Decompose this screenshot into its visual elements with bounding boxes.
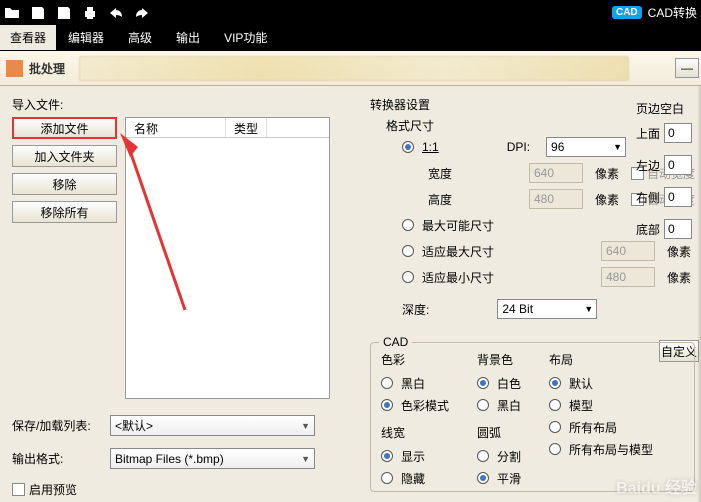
minimize-button[interactable]: — (675, 58, 699, 78)
output-dropdown[interactable]: Bitmap Files (*.bmp) (110, 448, 315, 469)
blurred-toolbar-area (79, 56, 629, 81)
undo-icon[interactable] (108, 5, 124, 21)
tab-advanced[interactable]: 高级 (116, 25, 164, 50)
radio-split[interactable] (477, 450, 489, 462)
preview-checkbox[interactable]: 启用预览 (12, 481, 352, 498)
save-all-icon[interactable] (56, 5, 72, 21)
radio-1-1[interactable] (402, 141, 414, 153)
batch-icon (6, 60, 23, 77)
radio-default[interactable] (549, 377, 561, 389)
radio-smooth[interactable] (477, 472, 489, 484)
layout-title: 布局 (549, 351, 653, 368)
print-icon[interactable] (82, 5, 98, 21)
menubar: 查看器 编辑器 高级 输出 VIP功能 (0, 25, 701, 51)
margin-top-input[interactable]: 0 (664, 123, 692, 143)
radio-max[interactable] (402, 219, 414, 231)
radio-color[interactable] (381, 399, 393, 411)
radio-black[interactable] (477, 399, 489, 411)
col-name[interactable]: 名称 (126, 118, 226, 137)
fit-min-input: 480 (601, 267, 655, 287)
list-label: 保存/加载列表: (12, 417, 102, 434)
checkbox-icon (12, 483, 25, 496)
dpi-select[interactable]: 96 (546, 137, 626, 157)
radio-white[interactable] (477, 377, 489, 389)
file-list: 名称 类型 (125, 117, 330, 399)
edge-shadow (697, 86, 701, 502)
margins-title: 页边空白 (636, 100, 701, 117)
remove-button[interactable]: 移除 (12, 173, 117, 195)
redo-icon[interactable] (134, 5, 150, 21)
radio-all[interactable] (549, 421, 561, 433)
radio-model[interactable] (549, 399, 561, 411)
radio-fit-min[interactable] (402, 271, 414, 283)
radio-bw[interactable] (381, 377, 393, 389)
cad-group-title: CAD (379, 335, 412, 349)
tab-output[interactable]: 输出 (164, 25, 212, 50)
tab-viewer[interactable]: 查看器 (0, 25, 56, 50)
line-title: 线宽 (381, 424, 449, 441)
arc-title: 圆弧 (477, 424, 521, 441)
title-toolbar: CAD CAD转换 (0, 0, 701, 25)
open-icon[interactable] (4, 5, 20, 21)
width-input: 640 (529, 163, 583, 183)
margin-left-input[interactable]: 0 (664, 155, 692, 175)
watermark: Baidu 经验 (616, 474, 697, 498)
margins-panel: 页边空白 上面0 左边0 右侧0 底部0 (636, 100, 701, 245)
col-type[interactable]: 类型 (226, 118, 267, 137)
radio-fit-max[interactable] (402, 245, 414, 257)
radio-hide[interactable] (381, 472, 393, 484)
margin-right-input[interactable]: 0 (664, 187, 692, 207)
import-label: 导入文件: (12, 96, 352, 113)
list-dropdown[interactable]: <默认> (110, 415, 315, 436)
margin-bottom-input[interactable]: 0 (664, 219, 692, 239)
cad-convert-label[interactable]: CAD转换 (648, 4, 697, 21)
cad-badge: CAD (612, 6, 642, 19)
radio-show[interactable] (381, 450, 393, 462)
radio-all-model[interactable] (549, 443, 561, 455)
tab-vip[interactable]: VIP功能 (212, 25, 279, 50)
sub-toolbar: 批处理 — (0, 51, 701, 86)
tab-editor[interactable]: 编辑器 (56, 25, 116, 50)
batch-label: 批处理 (29, 60, 65, 77)
bg-title: 背景色 (477, 351, 521, 368)
add-folder-button[interactable]: 加入文件夹 (12, 145, 117, 167)
add-file-button[interactable]: 添加文件 (12, 117, 117, 139)
depth-select[interactable]: 24 Bit (497, 299, 597, 319)
color-title: 色彩 (381, 351, 449, 368)
save-icon[interactable] (30, 5, 46, 21)
remove-all-button[interactable]: 移除所有 (12, 201, 117, 223)
height-input: 480 (529, 189, 583, 209)
output-label: 输出格式: (12, 450, 102, 467)
